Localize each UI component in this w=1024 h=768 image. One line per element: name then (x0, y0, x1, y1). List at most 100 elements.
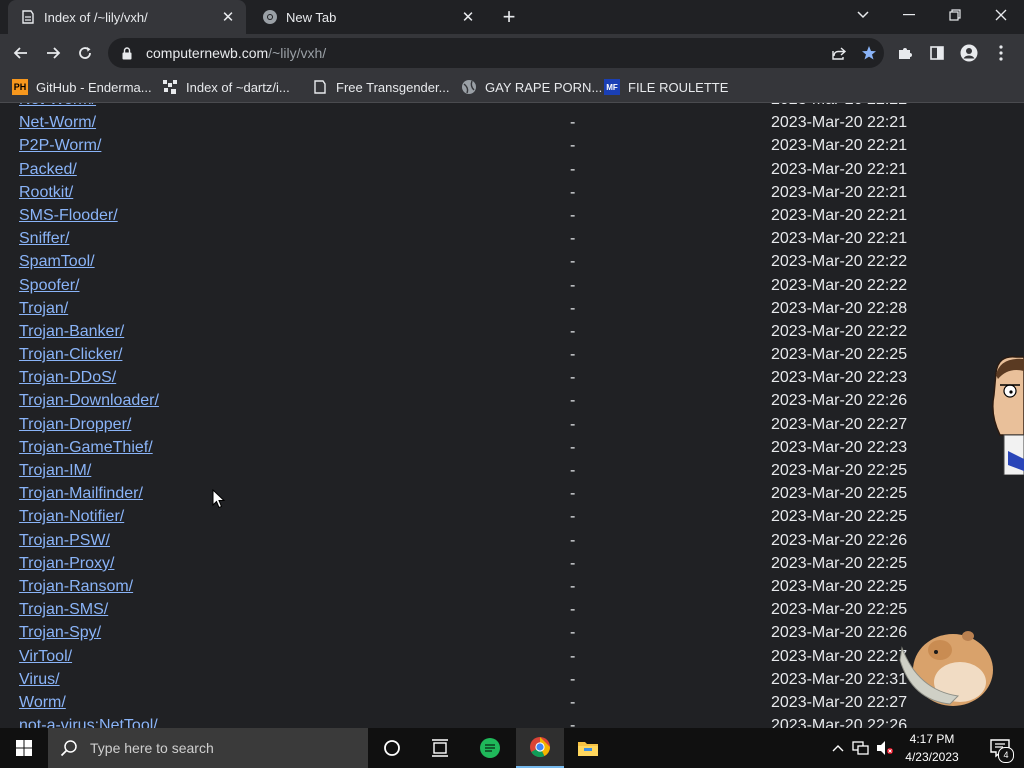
directory-link[interactable]: Spoofer/ (19, 277, 79, 295)
minimize-icon[interactable] (886, 0, 932, 30)
taskbar-search-box[interactable]: Type here to search (48, 728, 368, 768)
directory-link[interactable]: Net-Worm/ (19, 103, 96, 109)
table-row: Net-Worm/ - 2023-Mar-20 22:21 (0, 112, 1016, 135)
directory-link[interactable]: Trojan-Downloader/ (19, 392, 159, 410)
bookmark-star-icon[interactable] (854, 38, 884, 68)
hamster-overlay-icon (899, 631, 993, 706)
directory-link[interactable]: Trojan-Dropper/ (19, 416, 131, 434)
directory-link[interactable]: Worm/ (19, 694, 66, 712)
extensions-puzzle-icon[interactable] (890, 38, 920, 68)
directory-link[interactable]: Trojan-Notifier/ (19, 508, 124, 526)
directory-link[interactable]: Trojan-Ransom/ (19, 578, 133, 596)
forward-arrow-icon[interactable] (38, 38, 68, 68)
task-view-icon[interactable] (416, 728, 464, 768)
directory-link[interactable]: Sniffer/ (19, 230, 69, 248)
directory-link[interactable]: Trojan-GameThief/ (19, 439, 153, 457)
tab-search-chevron-icon[interactable] (840, 0, 886, 30)
last-modified-cell: 2023-Mar-20 22:21 (771, 230, 908, 248)
last-modified-cell: 2023-Mar-20 22:25 (771, 577, 908, 595)
last-modified-cell: 2023-Mar-20 22:27 (771, 647, 908, 665)
size-cell: - (570, 369, 576, 387)
directory-link[interactable]: Trojan-Spy/ (19, 624, 101, 642)
globe-icon (461, 79, 477, 95)
table-row: Trojan-Downloader/ - 2023-Mar-20 22:26 (0, 390, 1016, 413)
network-icon[interactable] (850, 728, 872, 768)
size-cell: - (570, 717, 576, 728)
cortana-icon[interactable] (368, 728, 416, 768)
lock-icon[interactable] (120, 46, 134, 60)
last-modified-cell: 2023-Mar-20 22:26 (771, 392, 908, 410)
tab-new-tab[interactable]: New Tab ✕ (250, 0, 486, 34)
directory-link[interactable]: Rootkit/ (19, 184, 73, 202)
tab-index-of-lily-vxh[interactable]: Index of /~lily/vxh/ ✕ (8, 0, 246, 34)
notification-center-button[interactable]: 4 (980, 728, 1020, 768)
last-modified-cell: 2023-Mar-20 22:21 (771, 114, 908, 132)
size-cell: - (570, 230, 576, 248)
table-row: Net-Worm/ - 2023-Mar-20 22:22 (0, 103, 1016, 112)
last-modified-cell: 2023-Mar-20 22:26 (771, 624, 908, 642)
size-cell: - (570, 346, 576, 364)
url-text: computernewb.com/~lily/vxh/ (146, 45, 824, 61)
table-row: Packed/ - 2023-Mar-20 22:21 (0, 159, 1016, 182)
directory-link[interactable]: Net-Worm/ (19, 114, 96, 132)
last-modified-cell: 2023-Mar-20 22:26 (771, 717, 908, 728)
address-bar[interactable]: computernewb.com/~lily/vxh/ (108, 38, 884, 68)
windows-start-button[interactable] (0, 728, 48, 768)
tab-close-icon[interactable]: ✕ (216, 5, 240, 29)
bookmark-label: FILE ROULETTE (628, 79, 729, 95)
new-tab-button[interactable]: + (496, 4, 522, 30)
bookmark-index-of-dartz[interactable]: Index of ~dartz/i... (162, 76, 290, 98)
volume-muted-icon[interactable] (874, 728, 896, 768)
url-host: computernewb.com (146, 45, 269, 61)
directory-link[interactable]: Trojan-IM/ (19, 462, 91, 480)
bookmark-free-transgender[interactable]: Free Transgender... (312, 76, 449, 98)
clock-date: 4/23/2023 (905, 750, 959, 764)
table-row: Trojan-GameThief/ - 2023-Mar-20 22:23 (0, 437, 1016, 460)
directory-link[interactable]: SpamTool/ (19, 253, 95, 271)
last-modified-cell: 2023-Mar-20 22:25 (771, 508, 908, 526)
restore-icon[interactable] (932, 0, 978, 30)
directory-link[interactable]: not-a-virus:NetTool/ (19, 717, 158, 728)
sheets-app-icon[interactable] (466, 728, 514, 768)
bookmark-label: GAY RAPE PORN... (485, 79, 603, 95)
directory-link[interactable]: Trojan-Proxy/ (19, 555, 114, 573)
profile-avatar-icon[interactable] (954, 38, 984, 68)
reload-icon[interactable] (70, 38, 100, 68)
back-arrow-icon[interactable] (6, 38, 36, 68)
directory-link[interactable]: Virus/ (19, 671, 60, 689)
side-panel-icon[interactable] (922, 38, 952, 68)
tray-chevron-up-icon[interactable] (828, 728, 848, 768)
directory-link[interactable]: Trojan-PSW/ (19, 532, 110, 550)
table-row: Worm/ - 2023-Mar-20 22:27 (0, 692, 1016, 715)
last-modified-cell: 2023-Mar-20 22:27 (771, 415, 908, 433)
bookmark-github[interactable]: PH GitHub - Enderma... (12, 76, 152, 98)
cartoon-character-overlay-icon (992, 356, 1024, 475)
directory-link[interactable]: VirTool/ (19, 648, 72, 666)
file-explorer-icon[interactable] (564, 728, 612, 768)
mouse-cursor-icon (212, 489, 226, 509)
directory-link[interactable]: Trojan-DDoS/ (19, 369, 116, 387)
table-row: Trojan/ - 2023-Mar-20 22:28 (0, 298, 1016, 321)
directory-link[interactable]: Trojan-Banker/ (19, 323, 124, 341)
tab-close-icon[interactable]: ✕ (456, 5, 480, 29)
bookmark-gay-rape-porn[interactable]: GAY RAPE PORN... (461, 76, 602, 98)
directory-link[interactable]: Packed/ (19, 161, 77, 179)
directory-link[interactable]: Trojan-Clicker/ (19, 346, 122, 364)
kebab-menu-icon[interactable] (986, 38, 1016, 68)
last-modified-cell: 2023-Mar-20 22:25 (771, 346, 908, 364)
bookmark-label: GitHub - Enderma... (36, 79, 152, 95)
table-row: Virus/ - 2023-Mar-20 22:31 (0, 669, 1016, 692)
window-close-icon[interactable] (978, 0, 1024, 30)
last-modified-cell: 2023-Mar-20 22:21 (771, 206, 908, 224)
taskbar-clock[interactable]: 4:17 PM 4/23/2023 (896, 730, 968, 766)
directory-link[interactable]: Trojan-SMS/ (19, 601, 108, 619)
share-icon[interactable] (824, 38, 854, 68)
directory-link[interactable]: Trojan-Mailfinder/ (19, 485, 143, 503)
directory-link[interactable]: Trojan/ (19, 300, 68, 318)
directory-link[interactable]: SMS-Flooder/ (19, 207, 118, 225)
last-modified-cell: 2023-Mar-20 22:22 (771, 276, 908, 294)
bookmark-file-roulette[interactable]: MF FILE ROULETTE (604, 76, 728, 98)
directory-link[interactable]: P2P-Worm/ (19, 137, 101, 155)
chrome-app-icon[interactable] (516, 728, 564, 768)
table-row: Trojan-Spy/ - 2023-Mar-20 22:26 (0, 622, 1016, 645)
